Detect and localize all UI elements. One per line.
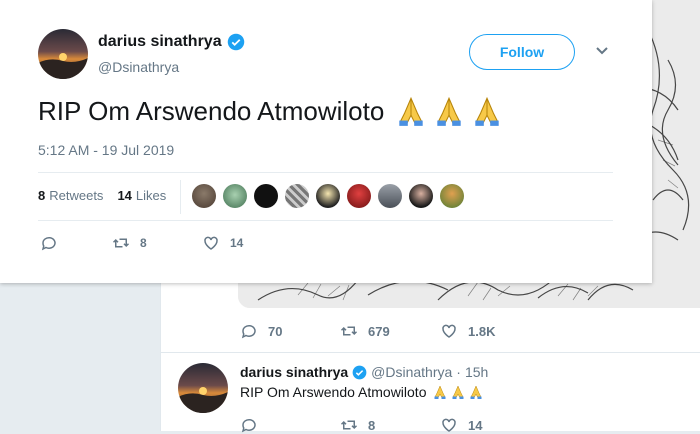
heart-icon (442, 324, 456, 338)
tweet-header: darius sinathrya @Dsinathrya · 15h (240, 364, 488, 380)
divider (38, 220, 613, 221)
folded-hands-icon (437, 96, 462, 126)
like-count: 14 (468, 417, 483, 433)
folded-hands-icon (452, 385, 464, 399)
chevron-down-icon[interactable] (595, 46, 609, 56)
tweet-text: RIP Om Arswendo Atmowiloto (240, 384, 484, 400)
likes-label: Likes (135, 188, 167, 203)
tweet-time[interactable]: 15h (465, 364, 488, 380)
liker-avatars (192, 184, 464, 208)
likes-stat[interactable]: 14 Likes (117, 188, 166, 203)
author-avatar[interactable] (38, 29, 88, 79)
author-handle[interactable]: @Dsinathrya (98, 59, 179, 75)
folded-hands-icon (434, 385, 446, 399)
tweet-text-content: RIP Om Arswendo Atmowiloto (38, 95, 385, 126)
divider (38, 172, 613, 173)
likes-count: 14 (117, 188, 132, 203)
retweet-icon (340, 420, 358, 430)
reply-action[interactable] (40, 234, 112, 252)
liker-avatar[interactable] (347, 184, 371, 208)
reply-action[interactable]: 70 (240, 322, 340, 340)
reply-action-2[interactable] (240, 416, 340, 434)
retweet-count: 8 (368, 417, 376, 433)
stats-separator (180, 180, 181, 214)
retweet-count: 679 (368, 323, 390, 339)
author-name-row: darius sinathrya (98, 33, 245, 51)
tweet-actions: 8 14 (40, 234, 282, 252)
emoji-row (394, 94, 504, 128)
retweet-icon (112, 238, 130, 248)
like-action[interactable]: 14 (202, 234, 282, 252)
liker-avatar[interactable] (409, 184, 433, 208)
retweet-icon (340, 326, 358, 336)
liker-avatar[interactable] (316, 184, 340, 208)
tweet-stats: 8 Retweets 14 Likes (38, 188, 180, 203)
separator: · (456, 364, 461, 380)
reply-icon (241, 418, 256, 433)
folded-hands-icon (475, 96, 500, 126)
retweets-stat[interactable]: 8 Retweets (38, 188, 103, 203)
author-handle[interactable]: @Dsinathrya (371, 364, 452, 380)
retweets-label: Retweets (49, 188, 104, 203)
emoji-row (432, 384, 484, 400)
verified-icon (352, 365, 367, 379)
heart-icon (204, 236, 218, 250)
author-name[interactable]: darius sinathrya (98, 33, 222, 51)
reply-count: 70 (268, 323, 283, 339)
background-tweet-actions: 70 679 1.8K (240, 322, 540, 340)
reply-icon (241, 324, 256, 339)
reply-icon (41, 236, 56, 251)
tweet-divider (160, 352, 700, 353)
background-tweet-actions-2: 8 14 (240, 416, 540, 434)
retweet-action-2[interactable]: 8 (340, 416, 440, 434)
like-count: 1.8K (468, 323, 496, 339)
folded-hands-icon (399, 96, 424, 126)
liker-avatar[interactable] (254, 184, 278, 208)
follow-button[interactable]: Follow (469, 34, 575, 70)
retweet-count: 8 (140, 236, 147, 250)
retweet-action[interactable]: 8 (112, 234, 202, 252)
like-count: 14 (230, 236, 244, 250)
liker-avatar[interactable] (440, 184, 464, 208)
tweet-text-content: RIP Om Arswendo Atmowiloto (240, 384, 427, 400)
liker-avatar[interactable] (192, 184, 216, 208)
like-action[interactable]: 1.8K (440, 322, 540, 340)
tweet-permalink-popup: darius sinathrya @Dsinathrya Follow RIP … (0, 0, 652, 283)
heart-icon (442, 418, 456, 432)
folded-hands-icon (470, 385, 482, 399)
tweet-text: RIP Om Arswendo Atmowiloto (38, 94, 504, 128)
author-name[interactable]: darius sinathrya (240, 364, 348, 380)
liker-avatar[interactable] (378, 184, 402, 208)
like-action-2[interactable]: 14 (440, 416, 540, 434)
liker-avatar[interactable] (223, 184, 247, 208)
liker-avatar[interactable] (285, 184, 309, 208)
tweet-timestamp[interactable]: 5:12 AM - 19 Jul 2019 (38, 142, 174, 158)
verified-icon (227, 33, 244, 51)
retweet-action[interactable]: 679 (340, 322, 440, 340)
retweets-count: 8 (38, 188, 46, 203)
avatar[interactable] (178, 363, 228, 413)
